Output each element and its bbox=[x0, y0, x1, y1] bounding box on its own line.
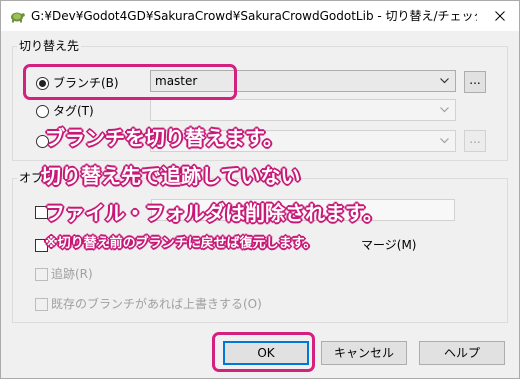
ok-button[interactable]: OK bbox=[223, 341, 309, 365]
close-button[interactable] bbox=[481, 1, 519, 31]
merge-checkbox-label: マージ(M) bbox=[361, 238, 417, 252]
switch-checkout-dialog: G:¥Dev¥Godot4GD¥SakuraCrowd¥SakuraCrowdG… bbox=[0, 0, 520, 379]
overwrite-branch-checkbox[interactable] bbox=[35, 298, 48, 311]
branch-radio-label: ブランチ(B) bbox=[53, 76, 119, 90]
help-button[interactable]: ヘルプ bbox=[419, 341, 505, 365]
switch-to-legend: 切り替え先 bbox=[19, 39, 80, 53]
commit-browse-button[interactable]: ... bbox=[464, 130, 486, 152]
annotation-line-1: ブランチを切り替えます。 bbox=[45, 126, 283, 150]
tag-radio-button[interactable] bbox=[36, 105, 49, 118]
annotation-note: ※切り替え前のブランチに戻せば復元します。 bbox=[45, 236, 317, 251]
annotation-line-2: 切り替え先で追跡していない bbox=[41, 164, 301, 188]
window-title: G:¥Dev¥Godot4GD¥SakuraCrowd¥SakuraCrowdG… bbox=[31, 9, 477, 23]
tag-radio-label: タグ(T) bbox=[53, 104, 94, 118]
track-checkbox-label: 追跡(R) bbox=[51, 267, 93, 281]
branch-browse-button[interactable]: ... bbox=[464, 71, 486, 93]
cancel-button[interactable]: キャンセル bbox=[321, 341, 407, 365]
overwrite-branch-checkbox-label: 既存のブランチがあれば上書きする(O) bbox=[51, 297, 262, 311]
tag-combobox[interactable] bbox=[150, 99, 456, 121]
tag-radio[interactable]: タグ(T) bbox=[36, 102, 146, 120]
branch-combobox[interactable]: master bbox=[150, 70, 456, 92]
chevron-down-icon bbox=[440, 107, 449, 113]
branch-combobox-value: master bbox=[155, 74, 198, 88]
branch-radio-button[interactable] bbox=[36, 77, 49, 90]
chevron-down-icon bbox=[440, 78, 449, 84]
close-icon bbox=[495, 11, 505, 21]
track-checkbox[interactable] bbox=[35, 268, 48, 281]
title-bar[interactable]: G:¥Dev¥Godot4GD¥SakuraCrowd¥SakuraCrowdG… bbox=[1, 1, 519, 31]
annotation-line-3: ファイル・フォルダは削除されます。 bbox=[45, 201, 383, 225]
tortoise-icon bbox=[9, 8, 25, 24]
chevron-down-icon bbox=[440, 138, 449, 144]
branch-radio[interactable]: ブランチ(B) bbox=[36, 74, 146, 92]
